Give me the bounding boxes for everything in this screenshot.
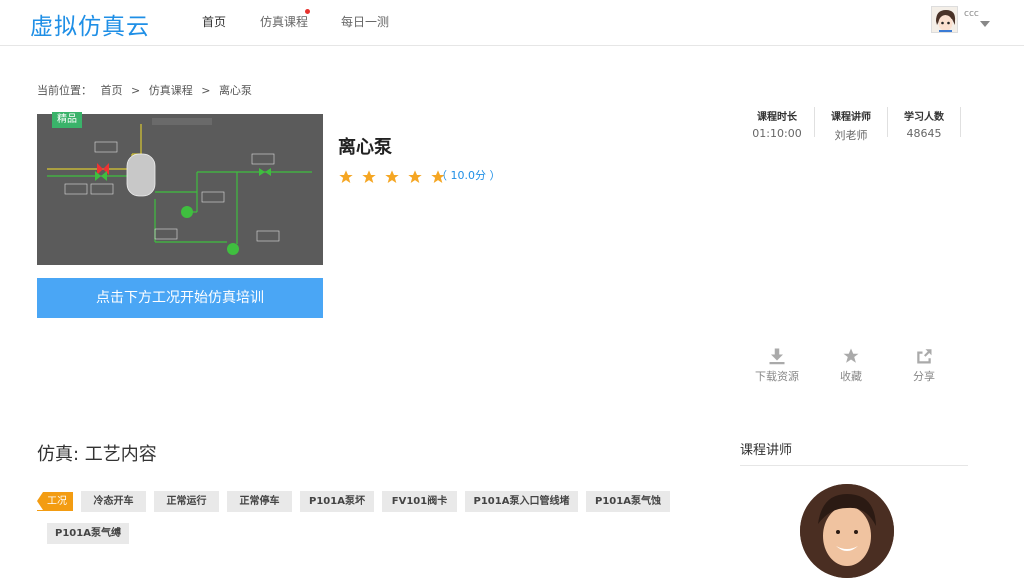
rating-stars — [338, 166, 448, 184]
breadcrumb-home[interactable]: 首页 — [101, 84, 123, 97]
teacher-portrait — [800, 484, 894, 578]
top-header: 虚拟仿真云 首页 仿真课程 每日一测 ccc — [0, 0, 1024, 46]
stat-learners: 学习人数 48645 — [888, 108, 960, 140]
share-icon — [917, 349, 932, 364]
notification-dot — [305, 9, 310, 14]
share-button[interactable]: 分享 — [899, 347, 949, 384]
sidebar-title: 课程讲师 — [740, 443, 793, 458]
condition-tag[interactable]: FV101阀卡 — [382, 491, 457, 512]
star-icon — [339, 169, 353, 183]
breadcrumb-separator: > — [201, 84, 211, 97]
stat-value: 刘老师 — [834, 129, 868, 142]
condition-tag[interactable]: P101A泵气蚀 — [586, 491, 670, 512]
download-label: 下载资源 — [755, 370, 799, 383]
download-icon — [769, 348, 785, 365]
breadcrumb-courses[interactable]: 仿真课程 — [149, 84, 193, 97]
user-avatar[interactable] — [931, 6, 958, 33]
condition-tag[interactable]: 正常运行 — [154, 491, 219, 512]
course-title: 离心泵 — [338, 137, 392, 158]
stat-value: 48645 — [906, 127, 942, 140]
breadcrumb-separator: > — [131, 84, 141, 97]
stat-value: 01:10:00 — [752, 127, 802, 140]
chevron-down-icon[interactable] — [980, 21, 990, 27]
condition-tag[interactable]: P101A泵入口管线堵 — [465, 491, 578, 512]
download-button[interactable]: 下载资源 — [752, 347, 802, 384]
condition-tag[interactable]: 正常停车 — [227, 491, 292, 512]
stat-label: 学习人数 — [904, 112, 944, 123]
breadcrumb: 当前位置： 首页 > 仿真课程 > 离心泵 — [37, 82, 257, 98]
stat-teacher: 课程讲师 刘老师 — [815, 108, 887, 143]
nav-item-home[interactable]: 首页 — [202, 13, 226, 30]
sidebar-divider — [740, 465, 968, 466]
username[interactable]: ccc — [964, 9, 979, 19]
divider — [960, 107, 961, 137]
star-icon — [385, 169, 399, 183]
nav-item-daily-test[interactable]: 每日一测 — [341, 13, 389, 30]
star-icon — [362, 169, 376, 183]
breadcrumb-current: 离心泵 — [218, 84, 252, 97]
condition-tag[interactable]: 冷态开车 — [81, 491, 146, 512]
breadcrumb-prefix: 当前位置： — [37, 84, 92, 97]
favorite-button[interactable]: 收藏 — [826, 347, 876, 384]
section-title: 仿真: 工艺内容 — [37, 444, 157, 465]
star-icon — [408, 169, 422, 183]
rating-score: （ 10.0分 ） — [436, 169, 501, 182]
nav-item-courses[interactable]: 仿真课程 — [260, 13, 308, 30]
favorite-label: 收藏 — [840, 370, 862, 383]
course-thumbnail[interactable] — [37, 114, 323, 265]
stat-label: 课程讲师 — [831, 112, 871, 123]
stat-label: 课程时长 — [757, 112, 797, 123]
condition-tag[interactable]: P101A泵气缚 — [47, 523, 129, 544]
stat-duration: 课程时长 01:10:00 — [741, 108, 813, 140]
condition-tag[interactable]: P101A泵坏 — [300, 491, 374, 512]
process-diagram-image — [37, 114, 323, 265]
star-icon — [843, 348, 859, 363]
premium-badge: 精品 — [52, 112, 82, 128]
share-label: 分享 — [913, 370, 935, 383]
teacher-photo[interactable] — [800, 484, 894, 578]
condition-label: 工况 — [37, 492, 73, 511]
site-logo[interactable]: 虚拟仿真云 — [30, 7, 150, 41]
avatar-icon — [932, 7, 957, 32]
start-simulation-button[interactable]: 点击下方工况开始仿真培训 — [37, 278, 323, 318]
